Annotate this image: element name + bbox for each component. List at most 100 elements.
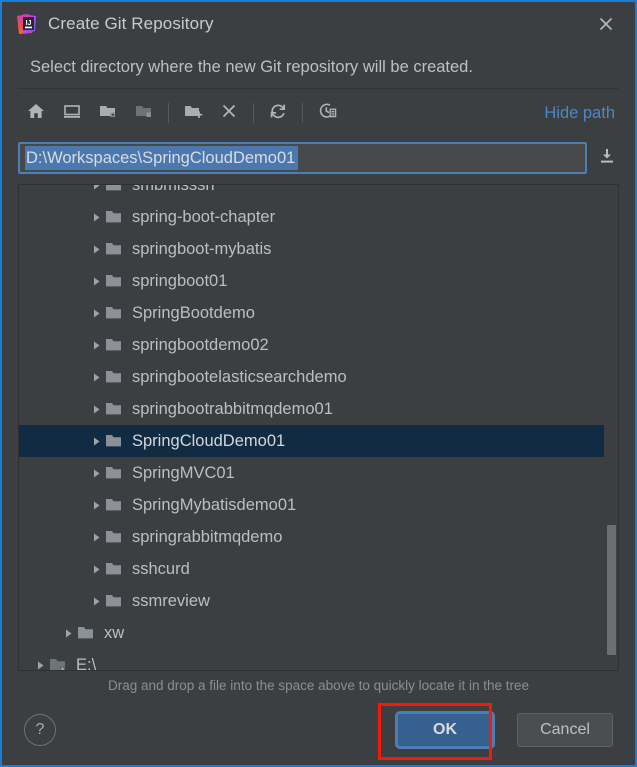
desktop-icon — [62, 101, 82, 126]
toolbar-container: Hide path — [2, 88, 635, 136]
tree-row[interactable]: springrabbitmqdemo — [19, 521, 604, 553]
tree-row-label: ssmreview — [132, 592, 210, 611]
expand-arrow-icon[interactable] — [87, 265, 105, 297]
tree-row-label: springbootrabbitmqdemo01 — [132, 400, 333, 419]
expand-arrow-icon[interactable] — [87, 361, 105, 393]
folder-icon — [105, 329, 127, 361]
download-button[interactable] — [593, 143, 621, 173]
tree-row[interactable]: ssmreview — [19, 585, 604, 617]
dialog-prompt-text: Select directory where the new Git repos… — [30, 58, 473, 77]
home-button[interactable] — [18, 96, 54, 130]
tree-row[interactable]: springbootdemo02 — [19, 329, 604, 361]
folder-icon — [105, 185, 127, 201]
path-field-row: D:\Workspaces\SpringCloudDemo01 — [2, 136, 635, 180]
tree-vertical-scrollbar[interactable] — [604, 185, 618, 670]
recent-history-icon — [317, 101, 337, 126]
drive-folder-locked-icon — [49, 649, 71, 670]
folder-icon — [105, 553, 127, 585]
project-folder-icon — [98, 101, 118, 126]
ok-button[interactable]: OK — [397, 713, 493, 747]
tree-row-label: springboot-mybatis — [132, 240, 271, 259]
tree-row-label: E:\ — [76, 656, 96, 671]
tree-row[interactable]: SpringMybatisdemo01 — [19, 489, 604, 521]
folder-icon — [105, 585, 127, 617]
dialog-title: Create Git Repository — [48, 14, 589, 34]
help-button[interactable]: ? — [24, 714, 56, 746]
expand-arrow-icon[interactable] — [87, 585, 105, 617]
delete-button[interactable] — [211, 96, 247, 130]
folder-icon — [105, 425, 127, 457]
folder-icon — [105, 457, 127, 489]
hide-path-link[interactable]: Hide path — [544, 104, 619, 123]
tree-row-label: smbmisssh — [132, 185, 215, 195]
module-folder-icon — [134, 101, 154, 126]
tree-row[interactable]: SpringCloudDemo01 — [19, 425, 604, 457]
directory-tree-scroll-area[interactable]: smbmisssh spring-boot-chapter springboot-m… — [19, 185, 604, 670]
create-git-repository-dialog: IJ Create Git Repository Select director… — [0, 0, 637, 767]
folder-icon — [105, 297, 127, 329]
folder-icon — [105, 201, 127, 233]
tree-row[interactable]: springboot01 — [19, 265, 604, 297]
folder-icon — [105, 233, 127, 265]
folder-icon — [105, 265, 127, 297]
project-directory-button[interactable] — [90, 96, 126, 130]
toolbar-separator — [302, 103, 303, 123]
expand-arrow-icon[interactable] — [87, 185, 105, 201]
drag-drop-hint-row: Drag and drop a file into the space abov… — [2, 671, 635, 699]
drag-drop-hint-text: Drag and drop a file into the space abov… — [108, 678, 529, 693]
tree-row-label: springbootdemo02 — [132, 336, 269, 355]
file-chooser-toolbar: Hide path — [18, 88, 619, 137]
cancel-button[interactable]: Cancel — [517, 713, 613, 747]
expand-arrow-icon[interactable] — [31, 649, 49, 670]
delete-x-icon — [219, 101, 239, 126]
tree-row[interactable]: springboot-mybatis — [19, 233, 604, 265]
tree-row-label: spring-boot-chapter — [132, 208, 275, 227]
dialog-prompt-row: Select directory where the new Git repos… — [2, 46, 635, 88]
expand-arrow-icon[interactable] — [87, 489, 105, 521]
tree-row-label: sshcurd — [132, 560, 190, 579]
tree-row-label: SpringCloudDemo01 — [132, 432, 285, 451]
refresh-button[interactable] — [260, 96, 296, 130]
module-directory-button[interactable] — [126, 96, 162, 130]
expand-arrow-icon[interactable] — [87, 425, 105, 457]
tree-row[interactable]: xw — [19, 617, 604, 649]
tree-row[interactable]: sshcurd — [19, 553, 604, 585]
folder-icon — [105, 393, 127, 425]
expand-arrow-icon[interactable] — [87, 233, 105, 265]
new-folder-button[interactable] — [175, 96, 211, 130]
expand-arrow-icon[interactable] — [87, 457, 105, 489]
expand-arrow-icon[interactable] — [87, 201, 105, 233]
tree-row[interactable]: springbootelasticsearchdemo — [19, 361, 604, 393]
desktop-button[interactable] — [54, 96, 90, 130]
folder-icon — [105, 521, 127, 553]
refresh-icon — [268, 101, 288, 126]
tree-row[interactable]: SpringBootdemo — [19, 297, 604, 329]
folder-icon — [105, 489, 127, 521]
tree-row-label: SpringBootdemo — [132, 304, 255, 323]
toolbar-separator — [168, 103, 169, 123]
tree-row[interactable]: springbootrabbitmqdemo01 — [19, 393, 604, 425]
tree-row[interactable]: SpringMVC01 — [19, 457, 604, 489]
dialog-footer: ? OK Cancel — [2, 699, 635, 765]
expand-arrow-icon[interactable] — [87, 393, 105, 425]
home-icon — [26, 101, 46, 126]
expand-arrow-icon[interactable] — [87, 521, 105, 553]
recent-locations-button[interactable] — [309, 96, 345, 130]
path-input[interactable]: D:\Workspaces\SpringCloudDemo01 — [18, 142, 587, 174]
tree-row[interactable]: spring-boot-chapter — [19, 201, 604, 233]
dialog-titlebar: IJ Create Git Repository — [2, 2, 635, 46]
folder-icon — [77, 617, 99, 649]
expand-arrow-icon[interactable] — [87, 329, 105, 361]
tree-row[interactable]: E:\ — [19, 649, 604, 670]
expand-arrow-icon[interactable] — [87, 297, 105, 329]
tree-row-label: SpringMVC01 — [132, 464, 235, 483]
tree-row[interactable]: smbmisssh — [19, 185, 604, 201]
download-icon — [597, 146, 617, 171]
path-input-value: D:\Workspaces\SpringCloudDemo01 — [25, 146, 296, 170]
tree-scrollbar-thumb[interactable] — [607, 525, 616, 655]
expand-arrow-icon[interactable] — [87, 553, 105, 585]
close-icon[interactable] — [589, 7, 623, 41]
tree-row-label: xw — [104, 624, 124, 643]
directory-tree-panel: smbmisssh spring-boot-chapter springboot-m… — [18, 184, 619, 671]
expand-arrow-icon[interactable] — [59, 617, 77, 649]
